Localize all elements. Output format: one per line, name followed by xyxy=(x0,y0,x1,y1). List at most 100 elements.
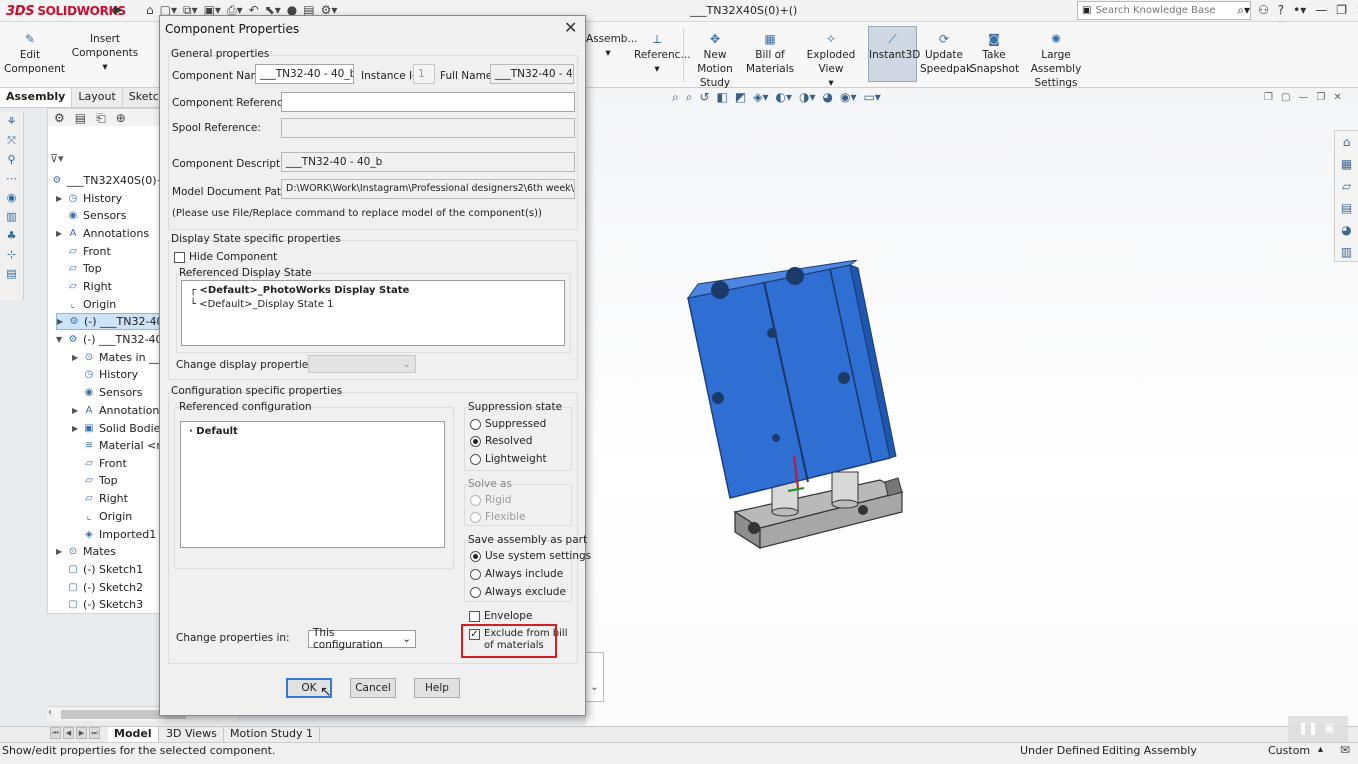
assembly-feature-icon[interactable]: ▥ xyxy=(0,207,23,226)
tree-item[interactable]: ▶ ◷ History xyxy=(56,190,122,207)
view-palette-icon[interactable]: ▤ xyxy=(1335,197,1358,219)
display-style-icon[interactable]: ◐▾ xyxy=(775,90,792,105)
insert-components-button[interactable]: Insert Components ▾ xyxy=(62,32,148,74)
tree-item[interactable]: ▱ Top xyxy=(56,260,101,277)
full-name-field[interactable]: ___TN32-40 - 40_b xyxy=(490,64,574,84)
suppressed-radio[interactable]: Suppressed xyxy=(470,418,546,430)
use-system-settings-radio[interactable]: Use system settings xyxy=(470,550,591,562)
expand-arrow-icon[interactable]: ▶ xyxy=(56,547,66,556)
change-properties-select[interactable]: This configuration ⌄ xyxy=(308,627,416,651)
component-description-field[interactable]: ___TN32-40 - 40_b xyxy=(281,152,575,172)
scene-icon[interactable]: ◉▾ xyxy=(840,90,857,105)
tree-item[interactable]: ⌞ Origin xyxy=(56,296,117,313)
pause-icon[interactable]: ❚❚ xyxy=(1298,721,1318,735)
move-component-icon[interactable]: ⤧ xyxy=(0,131,23,150)
solidworks-resources-icon[interactable]: ⌂ xyxy=(1335,131,1358,153)
expand-arrow-icon[interactable]: ▼ xyxy=(56,335,66,344)
menu-expand-icon[interactable]: ▶ xyxy=(114,3,122,16)
message-icon[interactable]: ✉ xyxy=(1340,743,1350,757)
cancel-button[interactable]: Cancel xyxy=(350,678,396,698)
search-knowledge-base[interactable]: ▣ Search Knowledge Base ⌕▾ xyxy=(1077,1,1251,20)
design-library-icon[interactable]: ▦ xyxy=(1335,153,1358,175)
display-state-list[interactable]: ┌ <Default>_PhotoWorks Display State └ <… xyxy=(181,280,565,346)
expand-arrow-icon[interactable]: ▶ xyxy=(57,317,67,326)
search-icon[interactable]: ⌕▾ xyxy=(1237,3,1250,18)
list-item[interactable]: · Default xyxy=(189,426,238,437)
viewport-minimize-icon[interactable]: — xyxy=(1298,92,1308,103)
instant3d-button[interactable]: ⟋ Instant3D xyxy=(868,26,920,82)
tree-item[interactable]: ▼ ⚙ (-) ___TN32-40 xyxy=(56,331,162,348)
tab-model[interactable]: Model xyxy=(108,727,159,742)
viewport-restore-icon[interactable]: ❐ xyxy=(1264,92,1273,103)
last-tab-icon[interactable]: ⏭ xyxy=(89,727,100,739)
expand-arrow-icon[interactable]: ▶ xyxy=(72,424,82,433)
mate-icon[interactable]: ⚘ xyxy=(0,112,23,131)
tree-item[interactable]: ▢ (-) Sketch3 xyxy=(56,596,143,613)
lightweight-radio[interactable]: Lightweight xyxy=(470,453,547,465)
hierarchy-icon[interactable]: ♣ xyxy=(0,226,23,245)
update-speedpak-button[interactable]: ⟳ Update Speedpak xyxy=(920,32,972,76)
exploded-view-button[interactable]: ✧ Exploded View ▾ xyxy=(797,32,865,90)
zoom-to-fit-icon[interactable]: ⌕ xyxy=(672,90,679,105)
tree-item[interactable]: ▶ ⊙ Mates xyxy=(56,543,116,560)
list-item[interactable]: └ <Default>_Display State 1 xyxy=(190,299,334,310)
tree-item[interactable]: ⌞ Origin xyxy=(72,508,133,525)
linear-pattern-icon[interactable]: ⋯ xyxy=(0,169,23,188)
tree-item[interactable]: ▱ Right xyxy=(72,490,128,507)
tree-item[interactable]: ◉ Sensors xyxy=(56,207,127,224)
search-scope-icon[interactable]: ▣ xyxy=(1082,5,1091,16)
tab-motion-study-1[interactable]: Motion Study 1 xyxy=(224,727,321,742)
tree-item[interactable]: ▶ ⚙ (-) ___TN32-40 xyxy=(56,313,165,330)
feature-manager-icon[interactable]: ⚙ xyxy=(54,111,65,125)
always-exclude-radio[interactable]: Always exclude xyxy=(470,586,566,598)
search-input[interactable]: Search Knowledge Base xyxy=(1095,5,1233,16)
collapsed-panel[interactable]: ⌄ xyxy=(586,652,604,702)
large-assembly-settings-button[interactable]: ✺ Large Assembly Settings xyxy=(1020,32,1092,90)
file-explorer-icon[interactable]: ▱ xyxy=(1335,175,1358,197)
smart-fasteners-icon[interactable]: ⚲ xyxy=(0,150,23,169)
unit-dropdown-icon[interactable]: ▴ xyxy=(1318,744,1323,755)
sensor-icon[interactable]: ◉ xyxy=(0,188,23,207)
dynamic-annotation-icon[interactable]: ◩ xyxy=(735,90,746,105)
hide-component-checkbox[interactable]: Hide Component xyxy=(174,251,277,263)
tree-item[interactable]: ▱ Front xyxy=(56,243,111,260)
list-item[interactable]: ┌ <Default>_PhotoWorks Display State xyxy=(190,285,409,296)
edit-appearance-icon[interactable]: ◕ xyxy=(822,90,832,105)
tree-item[interactable]: ▢ (-) Sketch1 xyxy=(56,561,143,578)
component-name-field[interactable]: ___TN32-40 - 40_b xyxy=(255,64,354,84)
property-manager-icon[interactable]: ▤ xyxy=(75,111,86,125)
tab-layout[interactable]: Layout xyxy=(72,88,123,107)
view-orientation-icon[interactable]: ◈▾ xyxy=(753,90,768,105)
next-tab-icon[interactable]: ▶ xyxy=(76,727,87,739)
tree-item[interactable]: ▱ Front xyxy=(72,455,127,472)
expand-arrow-icon[interactable]: ▶ xyxy=(56,194,66,203)
reference-geometry-button[interactable]: ⟂ Referenc... ▾ xyxy=(634,32,690,76)
help-button[interactable]: Help xyxy=(414,678,460,698)
configuration-manager-icon[interactable]: ⎗ xyxy=(96,111,106,126)
prev-tab-icon[interactable]: ◀ xyxy=(63,727,74,739)
assembly-features-button[interactable]: Assemb... ▾ xyxy=(586,32,638,60)
tree-item[interactable]: ◷ History xyxy=(72,366,139,383)
dimxpert-icon[interactable]: ⊕ xyxy=(116,111,126,125)
custom-properties-icon[interactable]: ▥ xyxy=(1335,241,1358,263)
tree-item[interactable]: ▢ (-) Sketch2 xyxy=(56,579,143,596)
sheet-icon[interactable]: ▤ xyxy=(0,264,23,283)
tab-assembly[interactable]: Assembly xyxy=(0,88,73,107)
resolved-radio[interactable]: Resolved xyxy=(470,435,532,447)
fullscreen-icon[interactable]: ▣ xyxy=(1324,721,1335,735)
unit-system[interactable]: Custom xyxy=(1268,744,1310,757)
solidworks-logo[interactable]: 3DS SOLIDWORKS xyxy=(6,2,126,20)
previous-view-icon[interactable]: ↺ xyxy=(699,90,709,105)
tree-item[interactable]: ▶ ▣ Solid Bodies( xyxy=(72,420,170,437)
expand-arrow-icon[interactable]: ▶ xyxy=(72,406,82,415)
edit-component-button[interactable]: ✎ Edit Component xyxy=(4,32,65,76)
always-include-radio[interactable]: Always include xyxy=(470,568,563,580)
expand-arrow-icon[interactable]: ▶ xyxy=(72,353,82,362)
tree-root[interactable]: ⚙ ___TN32X40S(0)+() xyxy=(50,172,175,189)
new-motion-study-button[interactable]: ✥ New Motion Study xyxy=(686,32,744,90)
reference-icon[interactable]: ⊹ xyxy=(0,245,23,264)
take-snapshot-button[interactable]: ◙ Take Snapshot xyxy=(970,32,1019,76)
tree-item[interactable]: ◈ Imported1 xyxy=(72,526,156,543)
media-controls[interactable]: ❚❚ ▣ xyxy=(1288,716,1348,742)
zoom-area-icon[interactable]: ⌕ xyxy=(686,90,693,105)
